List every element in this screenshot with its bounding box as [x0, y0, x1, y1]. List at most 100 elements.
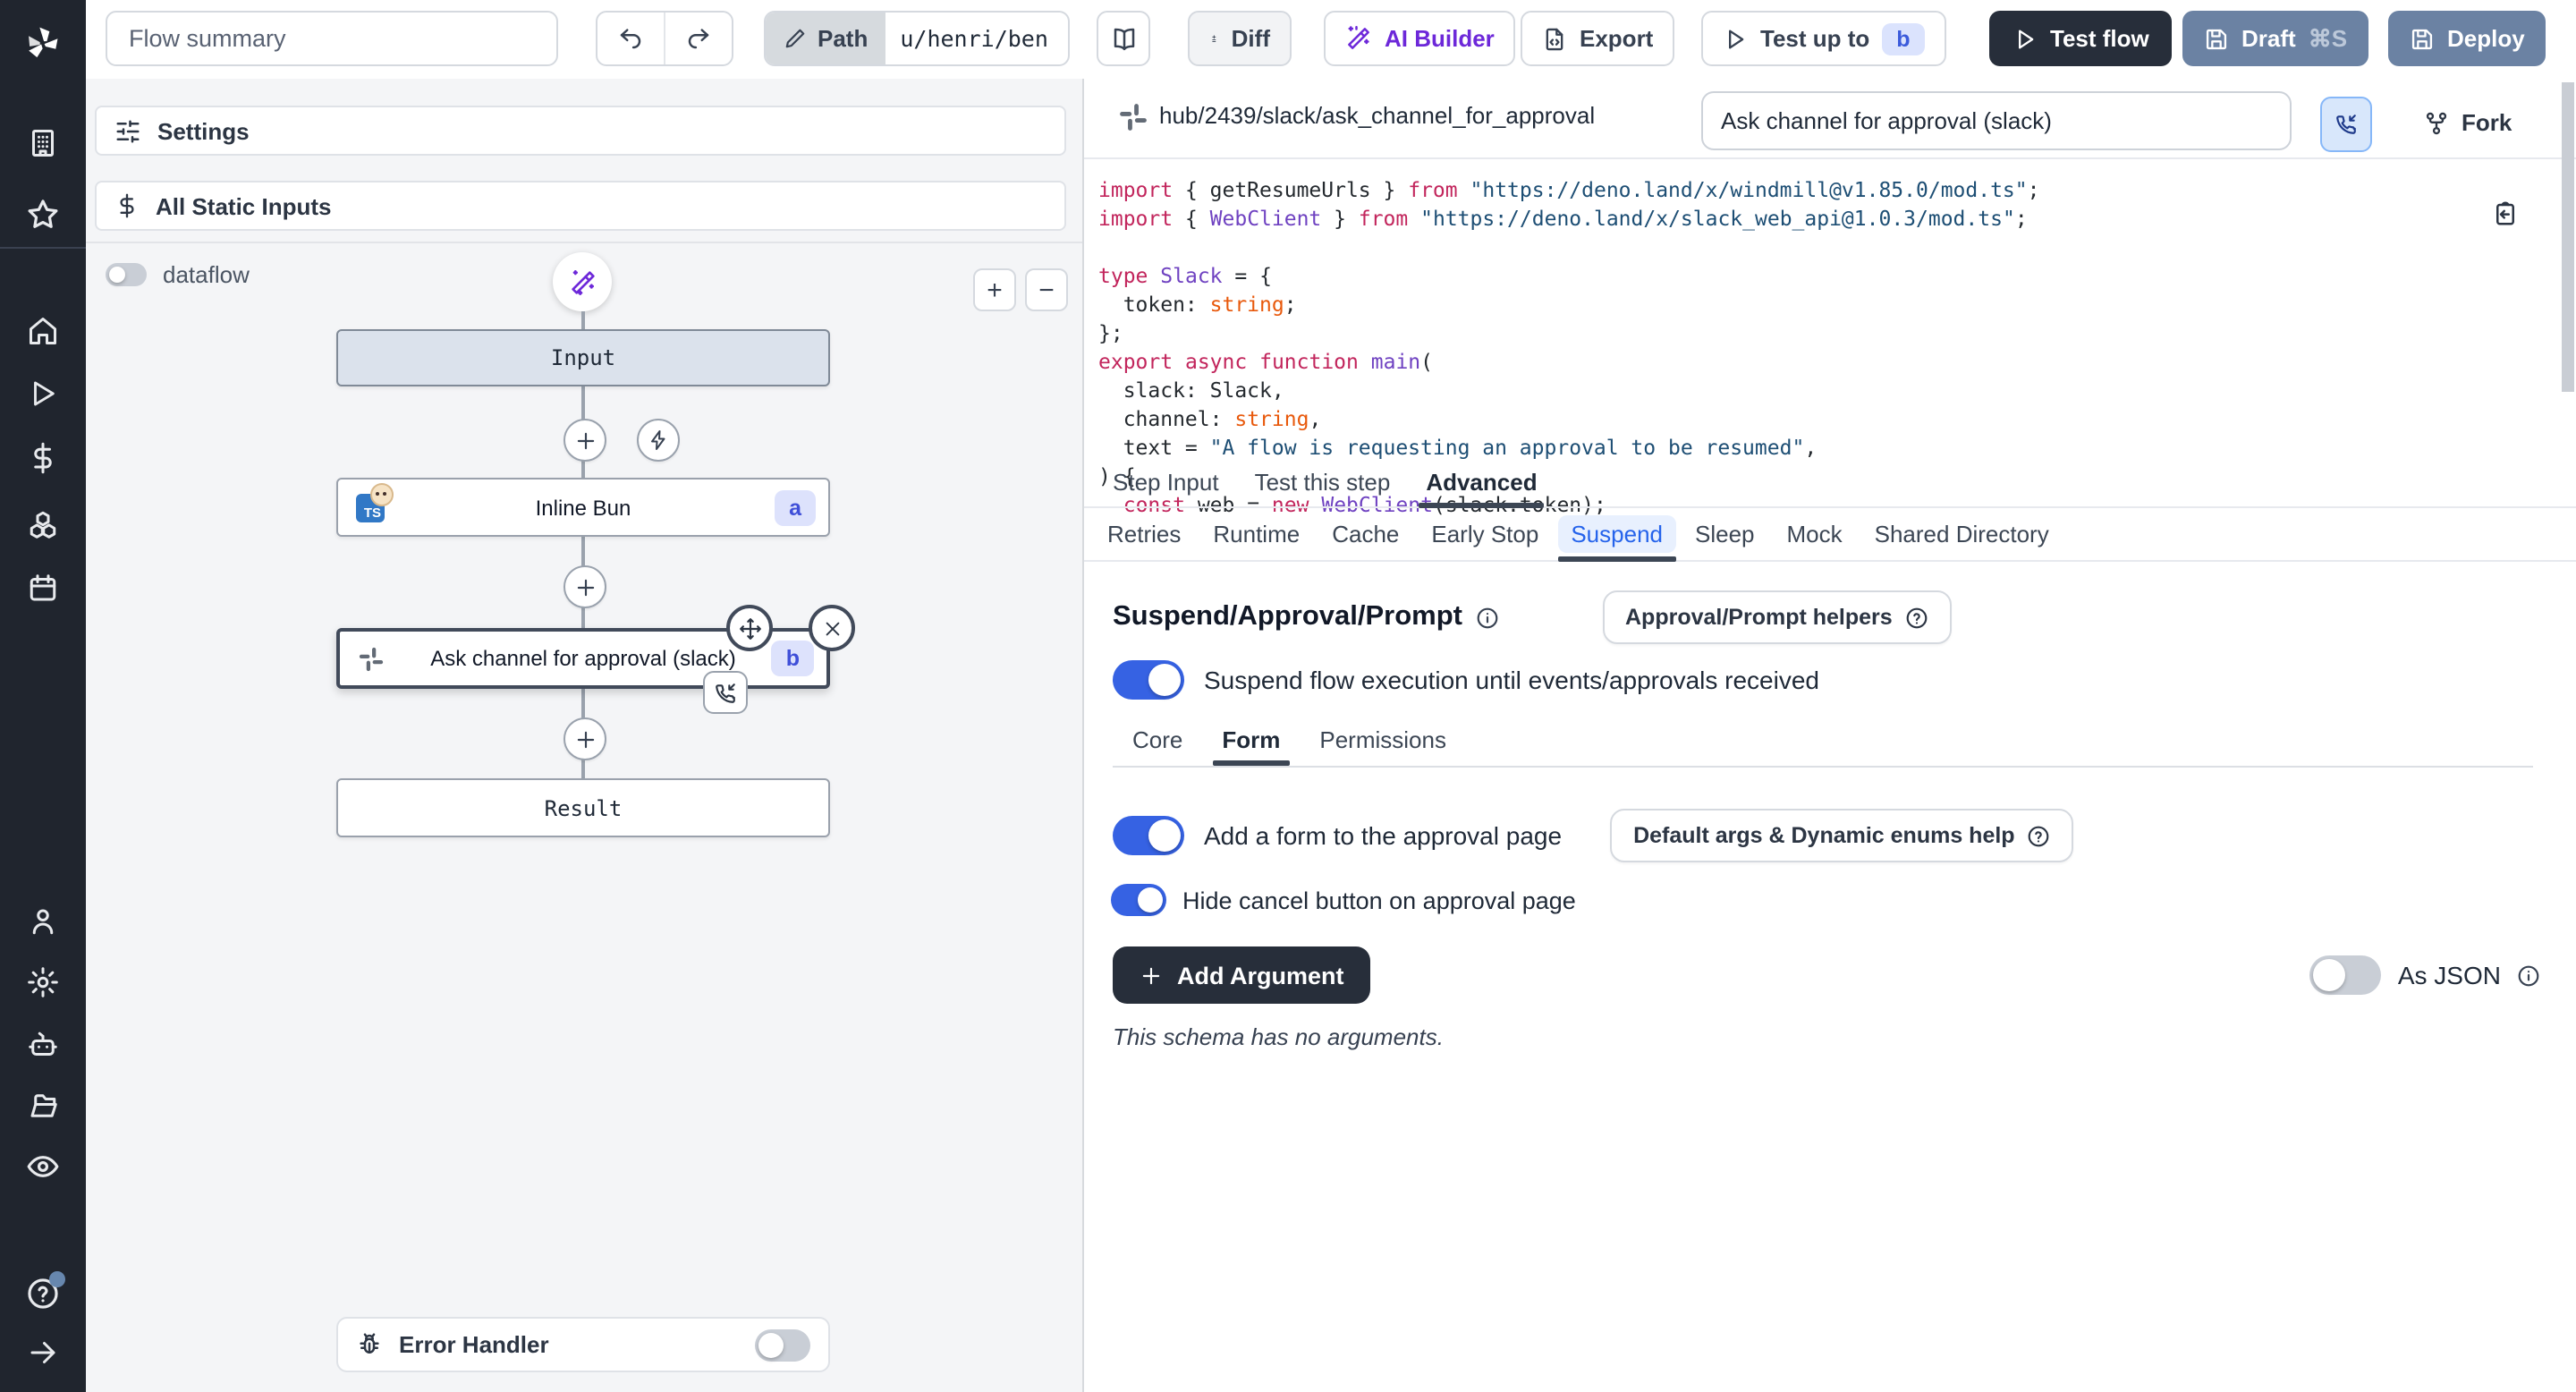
suspend-toggle-row: Suspend flow execution until events/appr… [1113, 660, 1819, 700]
step-summary-input[interactable] [1701, 91, 2292, 150]
add-step-button[interactable] [564, 717, 606, 760]
boxes-icon[interactable] [27, 508, 59, 540]
robot-icon[interactable] [27, 1029, 59, 1061]
user-icon[interactable] [27, 905, 59, 938]
panel-scrollbar[interactable] [2562, 82, 2574, 392]
export-label: Export [1580, 25, 1653, 52]
default-args-help-button[interactable]: Default args & Dynamic enums help [1610, 809, 2074, 862]
add-step-button[interactable] [564, 565, 606, 608]
eye-icon[interactable] [26, 1150, 60, 1184]
tab-advanced[interactable]: Advanced [1408, 456, 1555, 506]
hide-cancel-toggle[interactable] [1111, 884, 1166, 916]
runs-play-icon[interactable] [28, 378, 58, 409]
tab-mock[interactable]: Mock [1771, 506, 1859, 560]
empty-schema-text: This schema has no arguments. [1113, 1023, 1444, 1050]
zap-icon [648, 429, 669, 451]
ai-flow-wand-button[interactable] [553, 252, 612, 311]
add-form-toggle[interactable] [1113, 816, 1184, 855]
calendar-icon[interactable] [27, 573, 59, 605]
building-icon[interactable] [27, 127, 59, 159]
suspend-indicator-button[interactable] [2320, 97, 2372, 152]
add-step-button[interactable] [564, 419, 606, 462]
tab-sleep[interactable]: Sleep [1679, 506, 1771, 560]
error-handler-bar[interactable]: Error Handler [336, 1317, 830, 1372]
flow-node-input[interactable]: Input [336, 329, 830, 386]
edit-path-button[interactable]: Path [766, 13, 886, 64]
diff-button[interactable]: Diff [1188, 11, 1292, 66]
add-argument-button[interactable]: Add Argument [1113, 946, 1371, 1004]
suspend-toggle[interactable] [1113, 660, 1184, 700]
wand-sparkles-icon [1345, 25, 1372, 52]
info-icon[interactable] [2517, 963, 2540, 987]
redo-button[interactable] [664, 13, 732, 64]
close-icon [822, 618, 842, 638]
approval-prompt-helpers-button[interactable]: Approval/Prompt helpers [1602, 590, 1952, 644]
windmill-logo-icon[interactable] [23, 23, 63, 63]
flow-node-inline-bun[interactable]: TS Inline Bun a [336, 478, 830, 537]
approval-step-badge: b [772, 641, 814, 676]
path-value[interactable]: u/henri/ben [886, 13, 1063, 64]
as-json-toggle[interactable] [2310, 955, 2382, 995]
tab-cache[interactable]: Cache [1316, 506, 1415, 560]
all-static-inputs-button[interactable]: All Static Inputs [95, 181, 1066, 231]
move-step-button[interactable] [726, 605, 773, 651]
flow-settings-button[interactable]: Settings [95, 106, 1066, 156]
tab-shared-directory[interactable]: Shared Directory [1859, 506, 2065, 560]
copy-code-button[interactable] [2492, 200, 2519, 227]
zoom-out-button[interactable]: − [1025, 268, 1068, 311]
flow-node-result[interactable]: Result [336, 778, 830, 837]
plus-icon [573, 575, 597, 598]
top-toolbar: Path u/henri/ben Diff AI Builder Export … [86, 0, 2576, 81]
as-json-group: As JSON [2310, 955, 2540, 995]
hide-cancel-row: Hide cancel button on approval page [1111, 884, 1576, 916]
tab-suspend[interactable]: Suspend [1555, 506, 1679, 560]
tab-early-stop[interactable]: Early Stop [1415, 506, 1555, 560]
error-handler-toggle[interactable] [755, 1328, 810, 1361]
fork-button[interactable]: Fork [2413, 97, 2522, 149]
star-icon[interactable] [26, 198, 60, 232]
test-up-to-button[interactable]: Test up to b [1701, 11, 1946, 66]
helpers-button-label: Approval/Prompt helpers [1625, 605, 1893, 630]
flow-settings-label: Settings [157, 117, 250, 144]
tab-runtime[interactable]: Runtime [1197, 506, 1316, 560]
tab-core[interactable]: Core [1113, 716, 1202, 762]
dataflow-toggle-row: dataflow [106, 261, 250, 288]
hide-cancel-label: Hide cancel button on approval page [1182, 887, 1576, 913]
flow-summary-input[interactable] [125, 23, 538, 54]
dataflow-label: dataflow [163, 261, 250, 288]
folder-open-icon[interactable] [27, 1090, 59, 1122]
help-circle-icon[interactable] [26, 1277, 60, 1311]
docs-button[interactable] [1097, 11, 1150, 66]
arrow-right-icon[interactable] [27, 1337, 59, 1369]
dollar-sign-icon[interactable] [27, 442, 59, 474]
draft-shortcut: ⌘S [2309, 24, 2347, 53]
play-icon [1723, 26, 1748, 51]
ai-builder-button[interactable]: AI Builder [1324, 11, 1516, 66]
tab-test-this-step[interactable]: Test this step [1237, 456, 1409, 506]
slack-icon [1118, 102, 1148, 132]
suspend-phone-badge[interactable] [703, 671, 748, 714]
add-trigger-button[interactable] [637, 419, 680, 462]
tab-form[interactable]: Form [1202, 716, 1300, 762]
zoom-in-button[interactable]: + [973, 268, 1016, 311]
tab-retries[interactable]: Retries [1091, 506, 1197, 560]
delete-step-button[interactable] [809, 605, 855, 651]
suspend-subtabs: Core Form Permissions [1113, 716, 2576, 762]
gear-icon[interactable] [27, 966, 59, 998]
save-icon [2410, 26, 2435, 51]
as-json-label: As JSON [2398, 961, 2501, 989]
slack-icon [358, 645, 385, 672]
info-icon[interactable] [1475, 606, 1498, 629]
undo-button[interactable] [597, 13, 664, 64]
error-handler-label: Error Handler [399, 1331, 549, 1358]
tab-step-input[interactable]: Step Input [1095, 456, 1237, 506]
export-button[interactable]: Export [1521, 11, 1674, 66]
tab-permissions[interactable]: Permissions [1300, 716, 1466, 762]
home-icon[interactable] [27, 315, 59, 347]
draft-button[interactable]: Draft ⌘S [2182, 11, 2368, 66]
test-flow-button[interactable]: Test flow [1989, 11, 2173, 66]
dataflow-toggle[interactable] [106, 263, 147, 286]
deploy-button[interactable]: Deploy [2388, 11, 2546, 66]
help-circle-icon [1905, 606, 1928, 629]
bug-icon [356, 1331, 383, 1358]
